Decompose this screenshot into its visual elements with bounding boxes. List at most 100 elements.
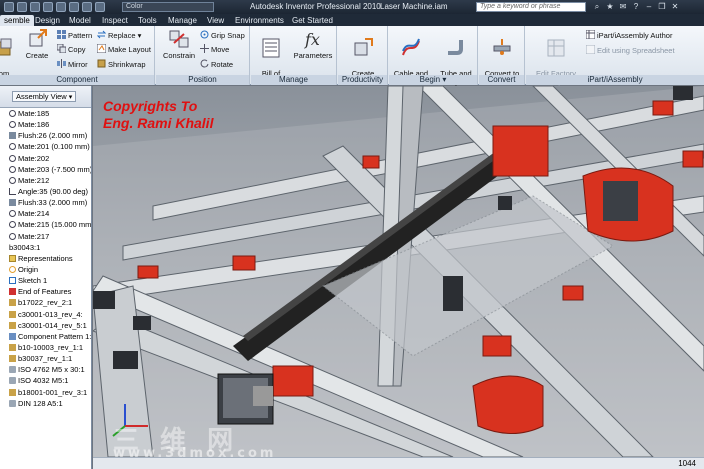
browser-tree-item-label: ISO 4762 M5 x 30:1 [18,365,85,375]
weldment-icon [493,39,511,55]
flush-icon [9,199,16,207]
binoculars-icon[interactable]: ⌕ [592,2,602,12]
undo-icon[interactable] [43,2,53,12]
make-layout-icon [97,44,106,53]
status-bar: 1044 [93,457,704,469]
material-icon[interactable] [95,2,105,12]
part-icon [9,343,16,351]
browser-tree-item[interactable]: Flush:26 (2.000 mm) [0,130,91,141]
substitutes-icon [354,38,373,56]
mate-icon [9,232,16,240]
tab-assemble[interactable]: semble [0,15,34,26]
browser-tree-item[interactable]: Mate:201 (0.100 mm) [0,141,91,152]
move-button[interactable]: Move [200,44,229,55]
browser-tree-item[interactable]: Mate:203 (-7.500 mm) [0,164,91,175]
angle-icon [9,187,16,195]
replace-button[interactable]: Replace ▾ [97,30,141,41]
position-panel-title: Position [156,75,249,85]
tab-view[interactable]: View [203,15,228,26]
color-dropdown[interactable]: Color [122,2,214,12]
pattern-button[interactable]: Pattern [57,30,92,41]
mate-icon [9,121,16,129]
mate-icon [9,143,16,151]
begin-panel: Cable and Harness Tube and Pipe Begin ▾ [389,26,478,87]
subscription-icon[interactable]: ★ [605,2,615,12]
constrain-button[interactable]: Constrain [157,28,201,60]
restore-icon[interactable]: ❐ [657,2,667,12]
browser-tree-item-label: Mate:202 [18,153,50,163]
help-icon[interactable]: ? [631,2,641,12]
search-input[interactable]: Type a keyword or phrase [476,2,586,12]
pattern-icon [57,30,66,39]
browser-tree-item[interactable]: Mate:212 [0,175,91,186]
constrain-icon [169,30,189,48]
home-icon[interactable] [69,2,79,12]
browser-tree-item[interactable]: Sketch 1 [0,275,91,286]
save-icon[interactable] [30,2,40,12]
close-icon[interactable]: ✕ [670,2,680,12]
copy-button[interactable]: Copy [57,44,86,55]
browser-tree-item[interactable]: ISO 4762 M5 x 30:1 [0,364,91,375]
move-icon [200,44,209,53]
browser-tree-item[interactable]: End of Features [0,286,91,297]
browser-tree-item[interactable]: Mate:217 [0,231,91,242]
browser-tree-item[interactable]: Angle:35 (90.00 deg) [0,186,91,197]
browser-tree-item[interactable]: c30001-013_rev_4: [0,309,91,320]
ipart-author-button[interactable]: iPart/iAssembly Author [586,30,672,41]
tab-inspect[interactable]: Inspect [98,15,132,26]
select-icon[interactable] [82,2,92,12]
browser-tree-item[interactable]: DIN 128 A5:1 [0,398,91,409]
browser-tree-item[interactable]: Representations [0,253,91,264]
edit-spreadsheet-label: Edit using Spreadsheet [597,46,675,55]
communication-icon[interactable]: ✉ [618,2,628,12]
grip-snap-label: Grip Snap [211,31,245,40]
browser-tree-item[interactable]: b30043:1 [0,242,91,253]
tab-design[interactable]: Design [31,15,64,26]
tab-get-started[interactable]: Get Started [288,15,337,26]
tab-environments[interactable]: Environments [231,15,288,26]
parameters-label: Parameters [293,51,333,60]
new-icon[interactable] [4,2,14,12]
browser-tree-item[interactable]: Mate:215 (15.000 mm) [0,219,91,230]
tab-manage[interactable]: Manage [164,15,201,26]
create-icon [29,29,47,47]
open-icon[interactable] [17,2,27,12]
browser-tree-item[interactable]: Component Pattern 1:1 [0,331,91,342]
browser-tree-item[interactable]: Mate:185 [0,108,91,119]
browser-tree-item[interactable]: Origin [0,264,91,275]
mate-icon [9,110,16,117]
browser-tree-item[interactable]: Mate:186 [0,119,91,130]
browser-tree-item-label: DIN 128 A5:1 [18,398,63,408]
shrinkwrap-button[interactable]: Shrinkwrap [97,59,146,70]
browser-tree-item[interactable]: b10-10003_rev_1:1 [0,342,91,353]
make-layout-button[interactable]: Make Layout [97,44,151,55]
browser-tree-item[interactable]: b18001-001_rev_3:1 [0,387,91,398]
mirror-button[interactable]: Mirror [57,59,88,70]
tab-tools[interactable]: Tools [134,15,161,26]
minimize-icon[interactable]: – [644,2,654,12]
redo-icon[interactable] [56,2,66,12]
browser-tree-item[interactable]: Flush:33 (2.000 mm) [0,197,91,208]
browser-tree-item[interactable]: c30001-014_rev_5:1 [0,320,91,331]
graphics-viewport[interactable]: Copyrights To Eng. Rami Khalil 三 维 网 www… [93,86,704,457]
flush-icon [9,132,16,140]
create-component-button[interactable]: Create [18,28,56,60]
browser-tree-item-label: Mate:214 [18,209,50,219]
browser-tree-item[interactable]: b30037_rev_1:1 [0,353,91,364]
manage-panel: Bill of Materials fx Parameters Manage [251,26,337,87]
ipart-author-label: iPart/iAssembly Author [597,31,673,40]
parameters-button[interactable]: fx Parameters [291,28,335,60]
constrain-label: Constrain [162,51,196,60]
browser-tree-item[interactable]: Mate:214 [0,208,91,219]
browser-tree-item[interactable]: b17022_rev_2:1 [0,297,91,308]
browser-tree-item[interactable]: Mate:202 [0,153,91,164]
grip-snap-button[interactable]: Grip Snap [200,30,245,41]
browser-tree-item-label: b18001-001_rev_3:1 [18,387,88,397]
assembly-view-dropdown[interactable]: Assembly View [12,91,77,102]
browser-tree-item[interactable]: ISO 4032 M5:1 [0,375,91,386]
rotate-button[interactable]: Rotate [200,59,233,70]
rotate-icon [200,59,209,68]
browser-tree-item-label: Mate:203 (-7.500 mm) [18,164,92,174]
tube-icon [448,40,463,55]
tab-model[interactable]: Model [65,15,95,26]
